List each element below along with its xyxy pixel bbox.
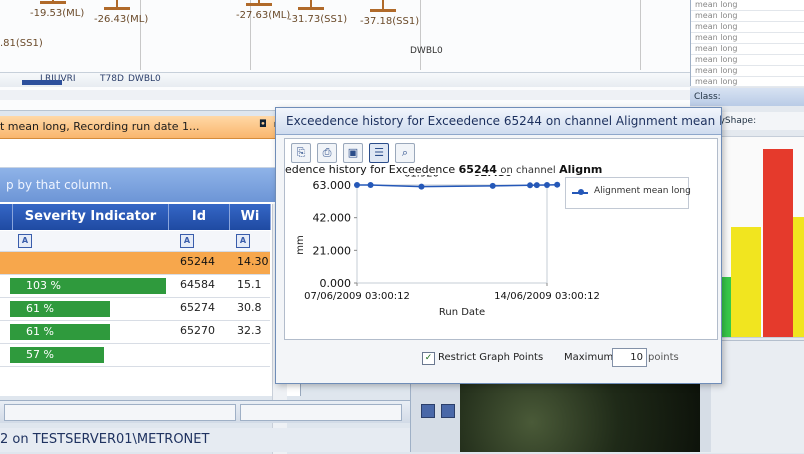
list-item[interactable]: mean long xyxy=(691,33,804,44)
severity-bar-cell: 57 % xyxy=(10,347,104,363)
severity-bar-cell: 61 % xyxy=(10,324,110,340)
data-label: 63.000 xyxy=(336,175,375,178)
y-tick-label: 0.000 xyxy=(320,277,352,290)
zoom-icon[interactable]: ⌕ xyxy=(395,143,415,163)
track-marker[interactable]: -37.18(SS1) xyxy=(360,0,419,27)
maximum-label: Maximum xyxy=(564,352,614,363)
maximum-points-input[interactable]: 10 xyxy=(612,348,647,367)
severity-bar xyxy=(731,227,761,337)
restrict-graph-points-label: Restrict Graph Points xyxy=(438,352,544,363)
save-icon[interactable]: ▣ xyxy=(343,143,363,163)
track-selection-chip[interactable] xyxy=(22,80,62,85)
data-point xyxy=(544,182,550,188)
severity-bar-cell: 61 % xyxy=(10,301,110,317)
server-connection-label: 2 on TESTSERVER01\METRONET xyxy=(0,428,420,452)
track-marker[interactable]: -31.73(SS1) xyxy=(288,0,347,25)
list-item[interactable]: mean long xyxy=(691,44,804,55)
data-point xyxy=(533,182,540,189)
track-diagram: -19.53(ML) -26.43(ML) -27.63(ML) -31.73(… xyxy=(0,0,690,111)
legend-label: Alignment mean long xyxy=(594,186,691,196)
x-axis-label: Run Date xyxy=(439,307,485,315)
data-point xyxy=(418,183,425,190)
track-marker[interactable]: -27.63(ML) xyxy=(236,0,290,21)
chart-toolbar: ⎘ ⎙ ▣ ☰ ⌕ xyxy=(291,143,415,163)
plot-frame xyxy=(356,184,548,284)
data-label: 61.920 xyxy=(404,175,439,180)
list-item[interactable]: mean long xyxy=(691,77,804,88)
exceedence-history-window: Exceedence history for Exceedence 65244 … xyxy=(275,107,722,384)
copy-icon[interactable]: ⎘ xyxy=(291,143,311,163)
column-header-wi[interactable]: Wi xyxy=(230,204,271,230)
y-tick-label: 21.000 xyxy=(313,244,352,257)
track-marker[interactable]: -26.43(ML) xyxy=(94,0,148,25)
dwbl-label: DWBL0 xyxy=(410,46,443,56)
channel-list: mean long mean long mean long mean long … xyxy=(690,0,804,88)
track-gridline xyxy=(420,0,421,70)
severity-bar xyxy=(793,217,804,337)
table-row[interactable]: 57 % xyxy=(0,344,270,367)
restrict-graph-points-checkbox[interactable]: ✓ xyxy=(422,352,435,365)
track-strip: LRIUVRI T78D DWBL0 xyxy=(0,72,690,87)
print-icon[interactable] xyxy=(441,404,455,418)
column-header-id[interactable]: Id xyxy=(169,204,230,230)
strip-label: T78D xyxy=(100,74,124,84)
filter-row: A A A xyxy=(0,231,270,252)
class-tab[interactable]: Class: xyxy=(690,88,804,106)
y-tick-label: 63.000 xyxy=(313,179,352,192)
grid-panel-title: t mean long, Recording run date 1... ◘ ▫… xyxy=(0,116,300,139)
table-row[interactable]: 103 % 64584 15.1 xyxy=(0,275,270,298)
filter-icon[interactable]: A xyxy=(236,234,250,248)
group-by-bar[interactable]: p by that column. xyxy=(0,168,300,202)
y-axis-label: mm xyxy=(295,235,306,254)
column-header-row-indicator[interactable] xyxy=(0,204,13,230)
list-item[interactable]: mean long xyxy=(691,55,804,66)
chart-legend: Alignment mean long xyxy=(565,177,691,209)
y-tick-label: 42.000 xyxy=(313,212,352,225)
exceedence-grid-panel: t mean long, Recording run date 1... ◘ ▫… xyxy=(0,116,301,454)
pin-icon[interactable]: ◘ xyxy=(258,120,268,130)
print-icon[interactable]: ⎙ xyxy=(317,143,337,163)
save-icon[interactable] xyxy=(421,404,435,418)
data-point xyxy=(489,182,496,189)
x-tick-label: 07/06/2009 03:00:12 xyxy=(304,291,410,302)
data-point xyxy=(527,182,534,189)
severity-bar xyxy=(763,149,793,337)
list-item[interactable]: mean long xyxy=(691,0,804,11)
data-point xyxy=(367,182,374,188)
track-scrollbar[interactable] xyxy=(0,90,690,100)
table-row[interactable]: 65244 14.30 xyxy=(0,252,270,275)
severity-bar-cell: 103 % xyxy=(10,278,166,294)
list-item[interactable]: mean long xyxy=(691,11,804,22)
track-gridline xyxy=(140,0,141,70)
track-marker[interactable]: .81(SS1) xyxy=(0,38,43,49)
data-point xyxy=(554,181,561,188)
table-row[interactable]: 61 % 65274 30.8 xyxy=(0,298,270,321)
status-bar xyxy=(0,400,410,423)
filter-icon[interactable]: A xyxy=(180,234,194,248)
points-label: points xyxy=(648,352,679,363)
track-gridline xyxy=(640,0,641,70)
table-row[interactable]: 61 % 65270 32.3 xyxy=(0,321,270,344)
track-photo xyxy=(460,378,700,452)
list-item[interactable]: mean long xyxy=(691,22,804,33)
data-point xyxy=(354,182,360,188)
window-title: Exceedence history for Exceedence 65244 … xyxy=(276,108,721,135)
list-icon[interactable]: ☰ xyxy=(369,143,389,163)
column-header-severity[interactable]: Severity Indicator xyxy=(13,204,169,230)
track-marker[interactable]: -19.53(ML) xyxy=(30,0,84,19)
list-item[interactable]: mean long xyxy=(691,66,804,77)
chart-options-row: ✓ Restrict Graph Points Maximum 10 point… xyxy=(276,344,721,374)
filter-icon[interactable]: A xyxy=(18,234,32,248)
x-tick-label: 14/06/2009 03:00:12 xyxy=(494,291,600,302)
chart-area: ⎘ ⎙ ▣ ☰ ⌕ edence history for Exceedence … xyxy=(284,138,718,340)
strip-label: DWBL0 xyxy=(128,74,161,84)
data-label: 62.430 xyxy=(473,175,512,179)
